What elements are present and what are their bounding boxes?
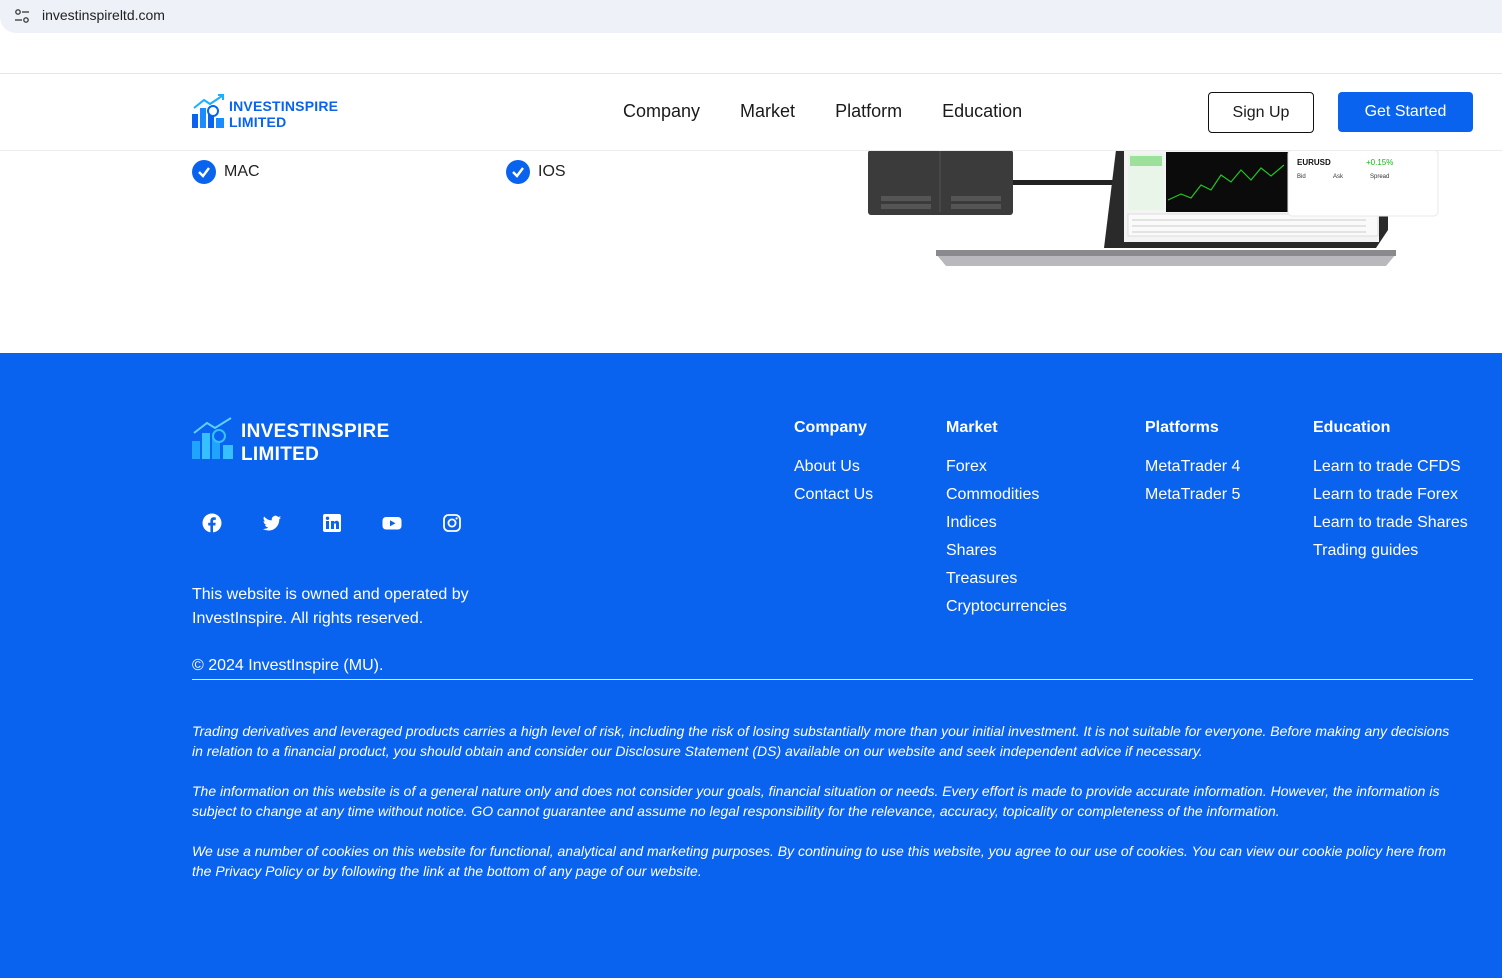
platform-label: IOS: [538, 163, 566, 180]
brand-logo[interactable]: INVESTINSPIRE LIMITED: [192, 94, 352, 130]
nav-education[interactable]: Education: [942, 101, 1022, 122]
url-text[interactable]: investinspireltd.com: [42, 7, 165, 23]
address-bar[interactable]: investinspireltd.com: [0, 0, 1502, 33]
logo-line2: LIMITED: [229, 114, 287, 130]
laptop-illustration: [868, 149, 1439, 266]
ticker-ask-label: Ask: [1333, 174, 1344, 180]
logo-chart-icon: [192, 94, 224, 128]
footer-about-text: This website is owned and operated by In…: [192, 586, 469, 627]
signup-button[interactable]: Sign Up: [1208, 92, 1314, 133]
footer-col-title: Platforms: [1145, 419, 1219, 436]
footer-link-cryptocurrencies[interactable]: Cryptocurrencies: [946, 593, 1067, 621]
check-circle-icon: [192, 160, 216, 184]
platform-item-ios: IOS: [506, 160, 566, 184]
logo-chart-icon: [192, 417, 233, 459]
youtube-icon[interactable]: [382, 513, 402, 533]
disclaimer-risk: Trading derivatives and leveraged produc…: [192, 723, 1450, 759]
footer-link-indices[interactable]: Indices: [946, 509, 1067, 537]
disclaimer-cookies: We use a number of cookies on this websi…: [192, 843, 1446, 879]
platform-label: MAC: [224, 163, 260, 180]
footer-disclaimer: Trading derivatives and leveraged produc…: [192, 721, 1462, 901]
footer-link-commodities[interactable]: Commodities: [946, 481, 1067, 509]
ticker-symbol: EURUSD: [1297, 158, 1331, 167]
footer-link-metatrader-4[interactable]: MetaTrader 4: [1145, 453, 1240, 481]
footer-col-title: Market: [946, 419, 998, 436]
footer-copyright: © 2024 InvestInspire (MU).: [192, 657, 384, 674]
footer-col-market: Market Forex Commodities Indices Shares …: [946, 419, 1067, 621]
ticker-bid-label: Bid: [1297, 174, 1306, 180]
disclaimer-info: The information on this website is of a …: [192, 783, 1440, 819]
check-circle-icon: [506, 160, 530, 184]
nav-platform[interactable]: Platform: [835, 101, 902, 122]
footer-link-shares[interactable]: Shares: [946, 537, 1067, 565]
ticker-change: +0.15%: [1366, 158, 1394, 167]
logo-line1: INVESTINSPIRE: [229, 98, 339, 114]
footer-divider: [192, 679, 1473, 680]
footer-link-learn-shares[interactable]: Learn to trade Shares: [1313, 509, 1468, 537]
twitter-icon[interactable]: [262, 513, 282, 533]
site-settings-icon[interactable]: [14, 8, 30, 24]
trading-devices-image: EURUSD +0.15% Bid Ask Spread: [866, 149, 1440, 275]
footer-link-learn-forex[interactable]: Learn to trade Forex: [1313, 481, 1468, 509]
footer-logo-line1: INVESTINSPIRE: [241, 421, 390, 442]
footer-link-metatrader-5[interactable]: MetaTrader 5: [1145, 481, 1240, 509]
footer-col-title: Company: [794, 419, 867, 436]
instagram-icon[interactable]: [442, 513, 462, 533]
facebook-icon[interactable]: [202, 513, 222, 533]
social-links: [202, 513, 462, 533]
footer-col-platforms: Platforms MetaTrader 4 MetaTrader 5: [1145, 419, 1240, 509]
get-started-button[interactable]: Get Started: [1338, 92, 1473, 132]
site-header: INVESTINSPIRE LIMITED Company Market Pla…: [0, 73, 1502, 151]
footer-link-treasures[interactable]: Treasures: [946, 565, 1067, 593]
footer-link-contact-us[interactable]: Contact Us: [794, 481, 873, 509]
footer-logo[interactable]: INVESTINSPIRE LIMITED: [192, 415, 412, 465]
footer-link-forex[interactable]: Forex: [946, 453, 1067, 481]
platform-item-mac: MAC: [192, 160, 260, 184]
footer-link-learn-cfds[interactable]: Learn to trade CFDS: [1313, 453, 1468, 481]
footer-link-trading-guides[interactable]: Trading guides: [1313, 537, 1468, 565]
footer-link-about-us[interactable]: About Us: [794, 453, 873, 481]
site-footer: INVESTINSPIRE LIMITED This website is ow…: [0, 353, 1502, 978]
main-nav: Company Market Platform Education: [623, 101, 1022, 122]
footer-col-education: Education Learn to trade CFDS Learn to t…: [1313, 419, 1468, 565]
footer-col-company: Company About Us Contact Us: [794, 419, 873, 509]
footer-col-title: Education: [1313, 419, 1391, 436]
nav-company[interactable]: Company: [623, 101, 700, 122]
linkedin-icon[interactable]: [322, 513, 342, 533]
ticker-spread-label: Spread: [1370, 174, 1390, 180]
nav-market[interactable]: Market: [740, 101, 795, 122]
footer-logo-line2: LIMITED: [241, 444, 320, 465]
